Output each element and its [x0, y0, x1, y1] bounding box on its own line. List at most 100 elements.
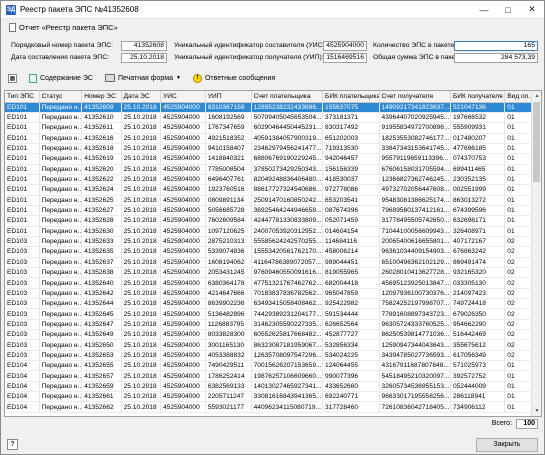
table-row[interactable]: ED101 Передано н... 41352630 25.10.2018 4525…: [5, 226, 532, 237]
batch-number-label: Порядковый номер пакета ЭПС:: [11, 42, 114, 49]
close-button[interactable]: Закрыть: [476, 437, 538, 452]
content-es-button[interactable]: Содержание ЭС: [27, 73, 95, 84]
table-cell: 1923760516: [205, 184, 252, 196]
table-cell: 65100496362102129...: [379, 257, 451, 269]
table-cell: Передано н...: [39, 370, 83, 382]
table-cell: 49732702056447608...: [379, 184, 451, 196]
table-row[interactable]: ED103 Передано н... 41352635 25.10.2018 4525…: [5, 246, 532, 258]
table-cell: 02: [504, 246, 532, 258]
count-field[interactable]: 165: [454, 41, 538, 51]
print-form-button[interactable]: Печатная форма ▼: [103, 73, 183, 83]
table-cell: 4525904000: [160, 391, 206, 403]
table-row[interactable]: ED103 Передано н... 41352649 25.10.2018 4525…: [5, 329, 532, 341]
column-header[interactable]: БИК получателя: [450, 91, 506, 103]
table-cell: 532856334: [322, 339, 380, 351]
close-icon[interactable]: ✕: [520, 1, 544, 19]
table-cell: 407172167: [450, 236, 506, 248]
table-row[interactable]: ED103 Передано н... 41352633 25.10.2018 4525…: [5, 236, 532, 248]
scroll-up-icon[interactable]: ▲: [532, 91, 541, 101]
responses-button[interactable]: ! Ответные сообщения: [191, 73, 277, 84]
column-header[interactable]: Дата ЭС: [121, 91, 162, 103]
vertical-scrollbar[interactable]: ▲ ▼: [531, 91, 541, 416]
table-row[interactable]: ED101 Передано н... 41352609 25.10.2018 4525…: [5, 102, 532, 113]
table-row[interactable]: ED101 Передано н... 41352618 25.10.2018 4525…: [5, 143, 532, 155]
table-cell: 2053431245: [205, 267, 252, 279]
table-cell: 71044100056609943...: [379, 226, 451, 237]
table-cell: 1097120625: [205, 226, 252, 237]
batch-date-field[interactable]: 25.10.2018: [121, 53, 167, 63]
table-cell: Передано н...: [39, 205, 83, 217]
column-header[interactable]: БИК плательщика: [322, 91, 380, 103]
table-row[interactable]: ED103 Передано н... 41352642 25.10.2018 4525…: [5, 288, 532, 300]
table-cell: 4525904000: [160, 267, 206, 279]
total-label: Всего:: [491, 420, 512, 427]
table-body: ED101 Передано н... 41352609 25.10.2018 4525…: [5, 102, 532, 413]
column-header[interactable]: Статус: [39, 91, 83, 103]
responses-label: Ответные сообщения: [204, 74, 276, 82]
table-row[interactable]: ED104 Передано н... 41352661 25.10.2018 4525…: [5, 391, 532, 403]
table-cell: Передано н...: [39, 133, 83, 144]
sum-field[interactable]: 284 573,39: [454, 53, 538, 63]
table-row[interactable]: ED104 Передано н... 41352662 25.10.2018 4525…: [5, 401, 532, 413]
table-cell: 41352635: [81, 246, 122, 258]
table-row[interactable]: ED101 Передано н... 41352620 25.10.2018 4525…: [5, 164, 532, 175]
table-cell: 25.10.2018: [121, 329, 162, 341]
view-toggle-button[interactable]: ▦: [6, 73, 19, 84]
table-row[interactable]: ED101 Передано н... 41352616 25.10.2018 4525…: [5, 133, 532, 144]
table-row[interactable]: ED103 Передано н... 41352645 25.10.2018 4525…: [5, 308, 532, 320]
table-cell: 25.10.2018: [121, 391, 162, 403]
column-header[interactable]: УИС: [160, 91, 206, 103]
table-cell: 990077396: [322, 370, 380, 382]
table-row[interactable]: ED103 Передано н... 41352653 25.10.2018 4525…: [5, 350, 532, 362]
table-cell: 972778086: [322, 184, 380, 196]
table-row[interactable]: ED103 Передано н... 41352647 25.10.2018 4525…: [5, 319, 532, 331]
table-row[interactable]: ED101 Передано н... 41352611 25.10.2018 4525…: [5, 122, 532, 134]
table-cell: 41352649: [81, 329, 122, 341]
table-cell: 326408971: [450, 226, 506, 237]
scroll-thumb[interactable]: [533, 102, 540, 182]
column-header[interactable]: УИП: [205, 91, 252, 103]
column-header[interactable]: Счет получателя: [379, 91, 451, 103]
table-row[interactable]: ED103 Передано н... 41352650 25.10.2018 4525…: [5, 339, 532, 351]
table-row[interactable]: ED101 Передано н... 41352622 25.10.2018 4525…: [5, 174, 532, 186]
table-cell: ED101: [5, 174, 40, 186]
table-row[interactable]: ED104 Передано н... 41352655 25.10.2018 4525…: [5, 360, 532, 372]
table-row[interactable]: ED103 Передано н... 41352644 25.10.2018 4525…: [5, 298, 532, 310]
table-cell: 02: [504, 267, 532, 279]
batch-number-field[interactable]: 41352608: [121, 41, 167, 51]
column-header[interactable]: Вид оп...: [504, 91, 532, 103]
table-cell: 88617727324540686...: [251, 184, 324, 196]
table-row[interactable]: ED101 Передано н... 41352610 25.10.2018 4525…: [5, 112, 532, 124]
maximize-icon[interactable]: □: [496, 1, 520, 19]
table-cell: 25.10.2018: [121, 308, 162, 320]
table-cell: 555909931: [450, 122, 506, 134]
table-cell: 433652660: [322, 381, 380, 393]
table-cell: 286118941: [450, 391, 506, 403]
report-menu-item[interactable]: Отчет «Реестр пакета ЭПС»: [9, 22, 118, 32]
window-title: Реестр пакета ЭПС №41352608: [20, 5, 139, 14]
column-header[interactable]: Счет плательщика: [251, 91, 324, 103]
table-row[interactable]: ED104 Передано н... 41352659 25.10.2018 4525…: [5, 381, 532, 393]
uic-composer-field[interactable]: 4525904000: [323, 41, 367, 51]
uip-recipient-field[interactable]: 1516469516: [323, 53, 367, 63]
table-cell: 41352642: [81, 288, 122, 300]
help-icon[interactable]: ?: [7, 439, 18, 450]
table-row[interactable]: ED103 Передано н... 41352640 25.10.2018 4525…: [5, 277, 532, 289]
table-row[interactable]: ED101 Передано н... 41352627 25.10.2018 4525…: [5, 205, 532, 217]
minimize-icon[interactable]: —: [472, 1, 496, 19]
table-row[interactable]: ED101 Передано н... 41352628 25.10.2018 4525…: [5, 215, 532, 227]
table-row[interactable]: ED101 Передано н... 41352624 25.10.2018 4525…: [5, 184, 532, 196]
column-header[interactable]: Номер ЭС: [81, 91, 122, 103]
table-row[interactable]: ED101 Передано н... 41352619 25.10.2018 4525…: [5, 153, 532, 165]
table-row[interactable]: ED104 Передано н... 41352657 25.10.2018 4525…: [5, 370, 532, 382]
table-row[interactable]: ED103 Передано н... 41352638 25.10.2018 4525…: [5, 267, 532, 279]
scroll-down-icon[interactable]: ▼: [532, 406, 541, 416]
uip-recipient-label: Уникальный идентификатор получателя (УИП…: [174, 54, 324, 61]
table-cell: ED103: [5, 246, 40, 258]
bottom-bar: ? Закрыть: [1, 435, 544, 454]
table-row[interactable]: ED103 Передано н... 41352637 25.10.2018 4525…: [5, 257, 532, 269]
table-cell: 925422982: [322, 298, 380, 310]
table-row[interactable]: ED101 Передано н... 41352625 25.10.2018 4525…: [5, 195, 532, 206]
column-header[interactable]: Тип ЭПС: [5, 91, 40, 103]
table-cell: 41352637: [81, 257, 122, 269]
